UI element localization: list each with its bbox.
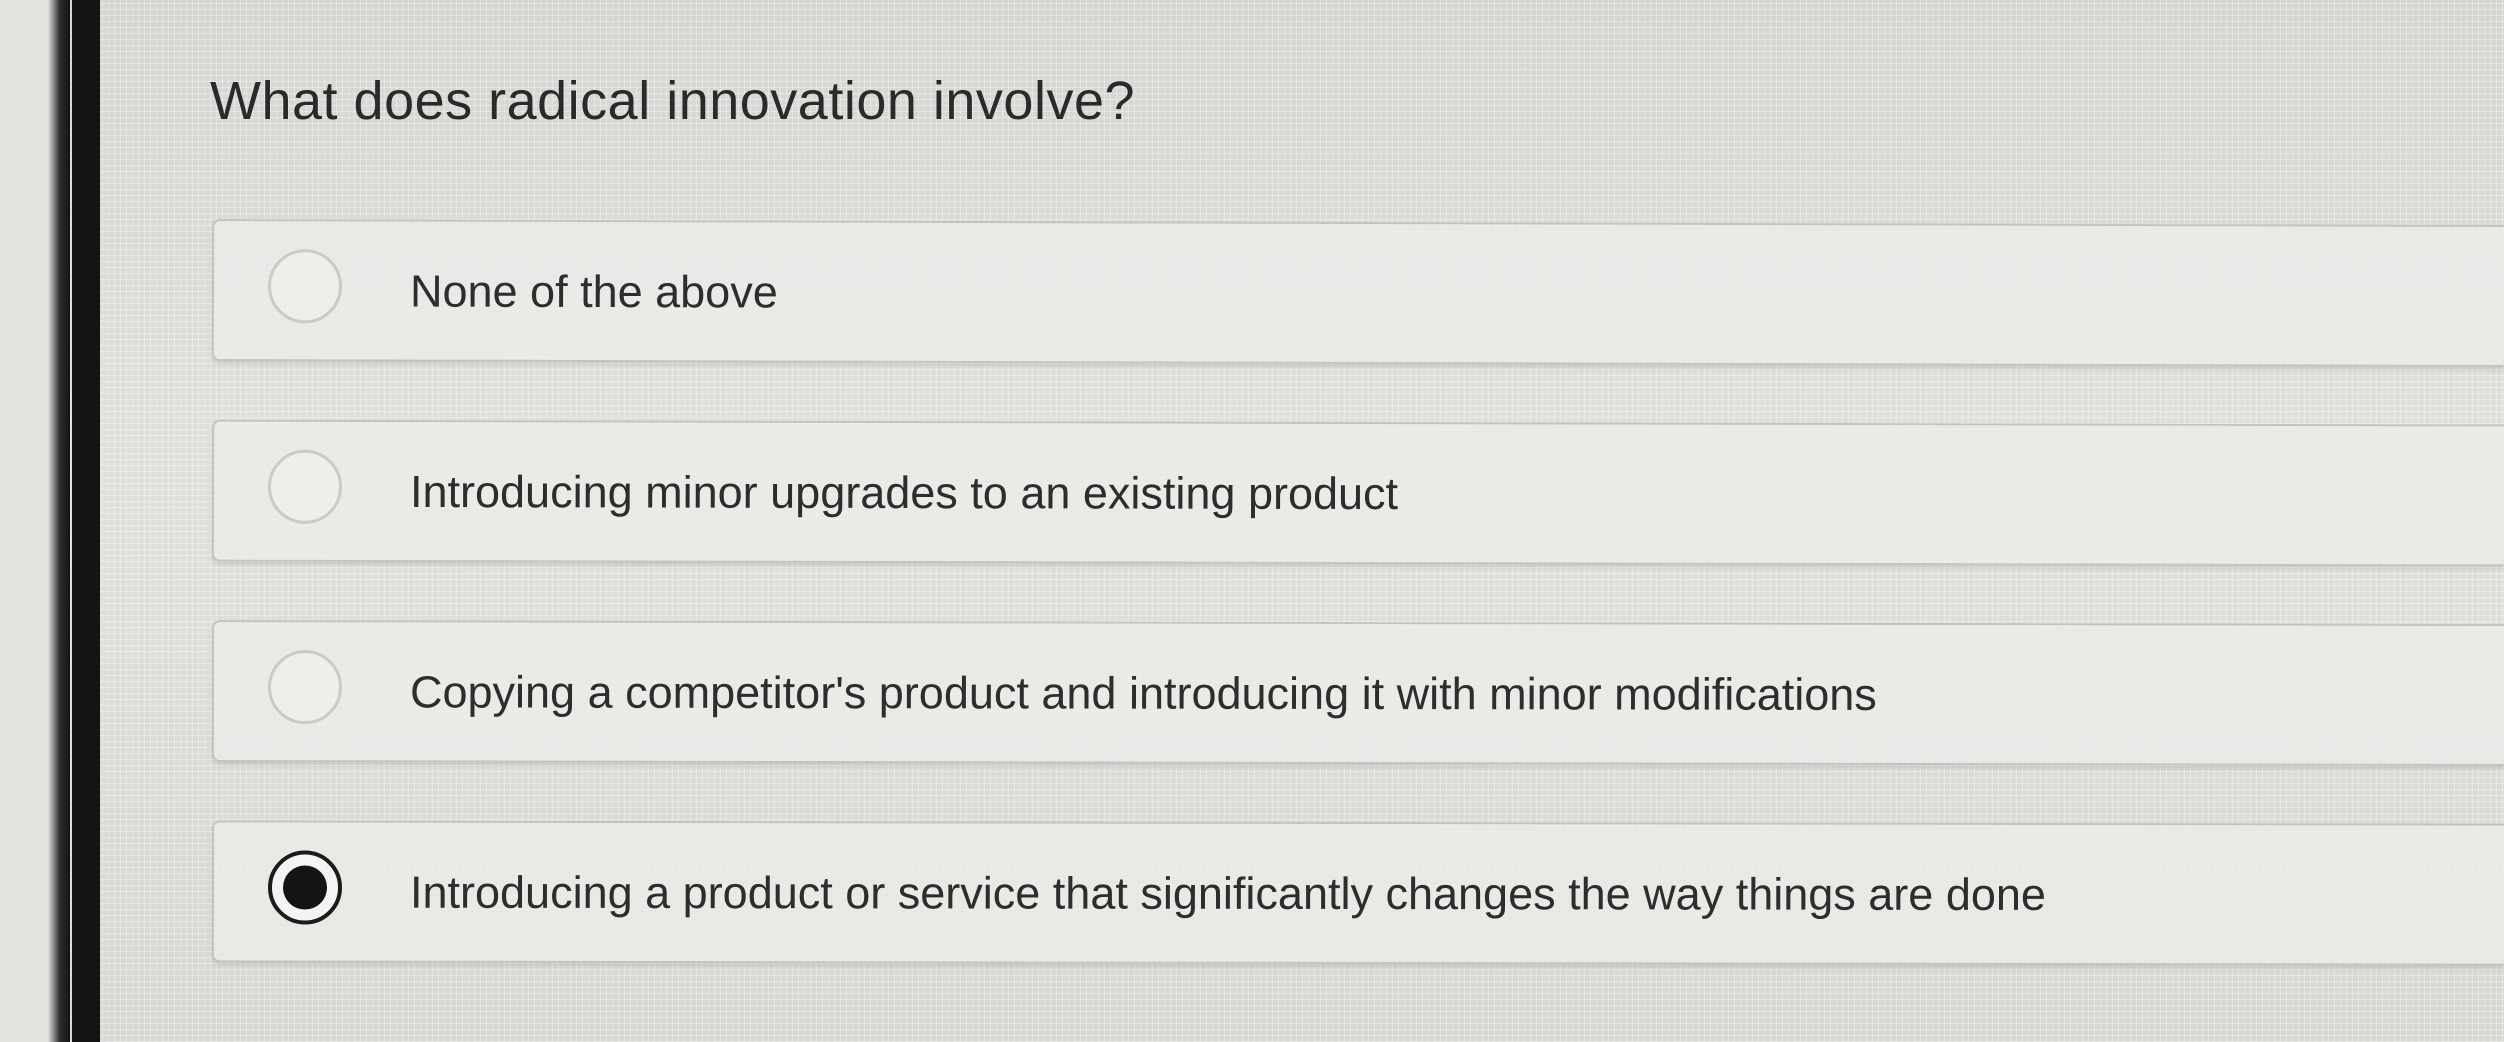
answer-option-2[interactable]: Introducing minor upgrades to an existin…: [211, 419, 2504, 567]
answer-option-1[interactable]: None of the above: [211, 219, 2504, 367]
left-accent-bar: [72, 0, 100, 1042]
radio-selected-dot-icon: [282, 865, 328, 910]
answer-option-label: Introducing a product or service that si…: [409, 866, 2046, 920]
radio-button-unselected[interactable]: [267, 249, 343, 324]
answer-option-3[interactable]: Copying a competitor's product and intro…: [211, 620, 2504, 767]
answer-option-label: Copying a competitor's product and intro…: [409, 666, 1877, 720]
question-text: What does radical innovation involve?: [210, 71, 1136, 131]
radio-button-unselected[interactable]: [267, 650, 343, 725]
answer-option-4[interactable]: Introducing a product or service that si…: [211, 820, 2504, 966]
screen-left-edge: [0, 0, 70, 1042]
radio-button-unselected[interactable]: [267, 449, 343, 524]
answer-option-label: None of the above: [409, 265, 778, 318]
radio-button-selected[interactable]: [267, 850, 343, 925]
answer-options: None of the above Introducing minor upgr…: [211, 219, 2504, 1022]
answer-option-label: Introducing minor upgrades to an existin…: [409, 466, 1399, 520]
